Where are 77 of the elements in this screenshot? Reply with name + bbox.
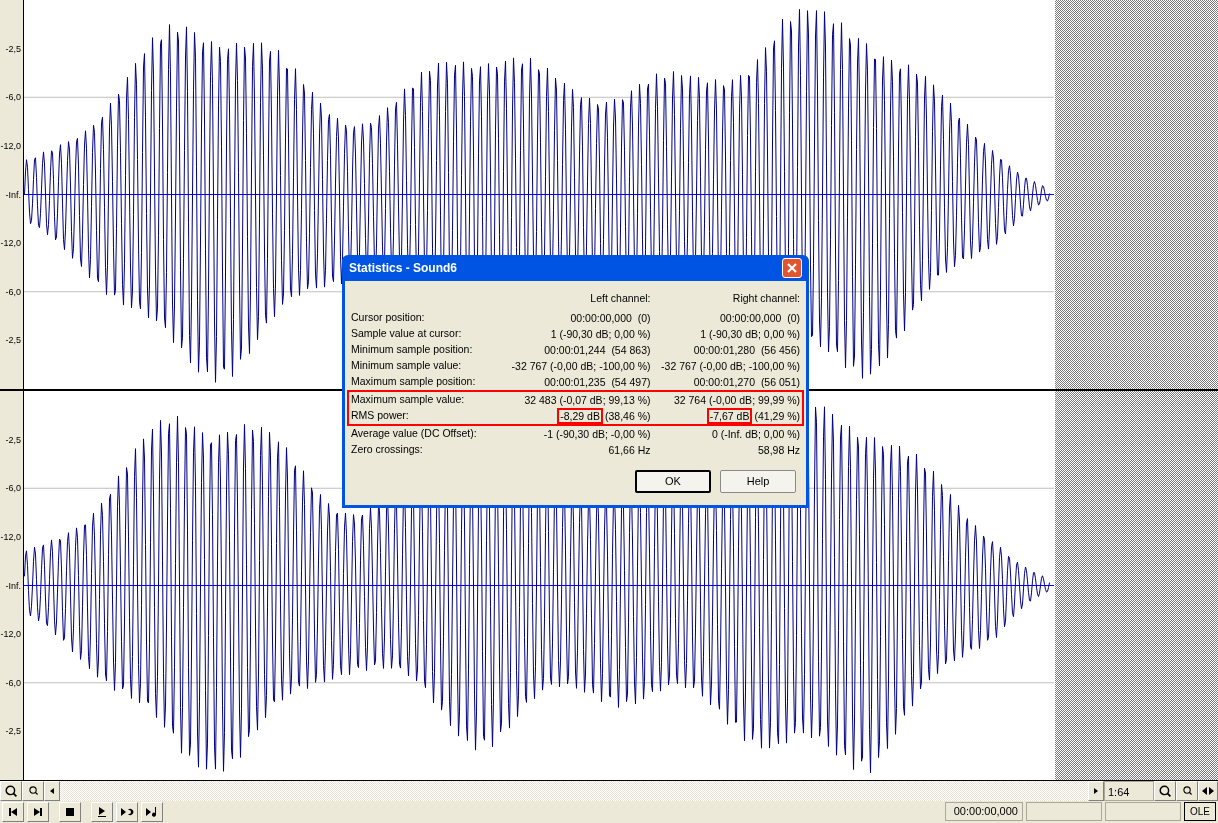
axis-label: -12,0 xyxy=(0,531,21,542)
zoom-icon xyxy=(1182,786,1192,796)
dialog-button[interactable]: Help xyxy=(720,470,796,493)
zoom-fit-button[interactable] xyxy=(1198,780,1218,801)
axis-label: -6,0 xyxy=(5,92,21,103)
axis-label: -Inf. xyxy=(5,580,21,591)
close-icon xyxy=(786,262,798,274)
skip-forward-icon xyxy=(31,806,45,817)
axis-label: -2,5 xyxy=(5,335,21,346)
stat-value: 1 (-90,30 dB; 0,00 %) xyxy=(550,327,651,342)
axis-label: -2,5 xyxy=(5,43,21,54)
zoom-out-button[interactable] xyxy=(1154,780,1176,801)
left-right-arrows-icon xyxy=(1201,785,1215,796)
play-note-button[interactable] xyxy=(141,801,163,822)
axis-label: -6,0 xyxy=(5,286,21,297)
stat-value: 1 (-90,30 dB; 0,00 %) xyxy=(700,327,800,342)
axis-label: -12,0 xyxy=(0,629,21,640)
zoom-in-button[interactable] xyxy=(22,780,44,801)
play-icon xyxy=(95,806,109,817)
column-header: Right channel: xyxy=(731,291,800,307)
stat-value: 00:00:01,244 (54 863) xyxy=(544,343,651,358)
zoom-icon xyxy=(28,786,38,796)
stat-value: -8,29 dB xyxy=(557,408,603,424)
stat-value: (38,46 %) xyxy=(604,409,651,424)
stat-value: 00:00:00,000 (0) xyxy=(570,311,651,326)
axis-label: -2,5 xyxy=(5,726,21,737)
axis-label: -12,0 xyxy=(0,140,21,151)
dialog-title: Statistics - Sound6 xyxy=(349,260,458,277)
stat-value: 32 764 (-0,00 dB; 99,99 %) xyxy=(673,393,800,408)
stat-label: Average value (DC Offset): xyxy=(351,426,478,442)
stat-value: 32 483 (-0,07 dB; 99,13 %) xyxy=(524,393,651,408)
zoom-out-button[interactable] xyxy=(0,780,22,801)
play-loop-button[interactable] xyxy=(116,801,138,822)
stat-value: 00:00:01,270 (56 051) xyxy=(693,375,800,390)
play-note-icon xyxy=(145,806,159,817)
axis-label: -6,0 xyxy=(5,483,21,494)
stat-label: Minimum sample value: xyxy=(351,358,463,374)
axis-label: -Inf. xyxy=(5,189,21,200)
scroll-left-button[interactable] xyxy=(44,780,60,801)
stat-value: -32 767 (-0,00 dB; -100,00 %) xyxy=(661,359,800,374)
zoom-in-button[interactable] xyxy=(1176,780,1198,801)
time-display: 00:00:00,000 xyxy=(945,802,1023,822)
play-button[interactable] xyxy=(91,801,113,822)
stat-value: 00:00:01,235 (54 497) xyxy=(544,375,651,390)
stat-label: RMS power: xyxy=(351,408,410,424)
stop-button[interactable] xyxy=(59,801,81,822)
stat-value: 0 (-Inf. dB; 0,00 %) xyxy=(711,427,800,442)
ole-indicator: OLE xyxy=(1184,802,1216,822)
stat-label: Minimum sample position: xyxy=(351,342,474,358)
stat-value: 00:00:01,280 (56 456) xyxy=(693,343,800,358)
stat-label: Maximum sample value: xyxy=(351,392,466,408)
stat-value: 00:00:00,000 (0) xyxy=(720,311,800,326)
stat-value: -1 (-90,30 dB; -0,00 %) xyxy=(543,427,651,442)
zoom-icon xyxy=(5,784,17,797)
go-to-end-button[interactable] xyxy=(27,801,49,822)
axis-label: -6,0 xyxy=(5,677,21,688)
stat-value: 61,66 Hz xyxy=(608,443,651,458)
close-button[interactable] xyxy=(782,258,802,278)
axis-label: -12,0 xyxy=(0,238,21,249)
stat-value: -7,67 dB xyxy=(706,408,753,424)
zoom-ratio: 1:64 xyxy=(1104,780,1154,801)
dialog-button[interactable]: OK xyxy=(635,470,711,493)
play-loop-icon xyxy=(120,806,134,817)
stat-value: 58,98 Hz xyxy=(757,443,800,458)
go-to-start-button[interactable] xyxy=(2,801,24,822)
axis-label: -2,5 xyxy=(5,434,21,445)
stat-label: Maximum sample position: xyxy=(351,374,477,390)
stop-icon xyxy=(63,806,77,817)
skip-back-icon xyxy=(6,806,20,817)
stat-value: -32 767 (-0,00 dB; -100,00 %) xyxy=(511,359,651,374)
stat-label: Zero crossings: xyxy=(351,442,424,458)
stat-label: Sample value at cursor: xyxy=(351,326,463,342)
zoom-icon xyxy=(1159,784,1171,797)
scroll-right-button[interactable] xyxy=(1088,780,1104,801)
stat-value: (41,29 %) xyxy=(754,409,800,424)
stat-label: Cursor position: xyxy=(351,310,426,326)
column-header: Left channel: xyxy=(589,291,651,307)
